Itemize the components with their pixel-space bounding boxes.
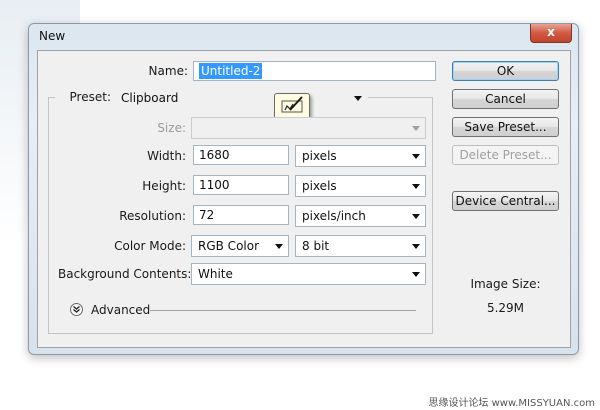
- preset-dropdown[interactable]: Clipboard: [114, 87, 368, 109]
- width-input[interactable]: 1680: [193, 145, 289, 165]
- height-value: 1100: [199, 178, 230, 192]
- advanced-divider: [150, 310, 416, 311]
- pen-tablet-icon: [274, 93, 310, 119]
- resolution-label: Resolution:: [119, 209, 186, 223]
- chevron-down-icon: [412, 244, 420, 249]
- background-contents-label: Background Contents:: [58, 267, 192, 281]
- resolution-value: 72: [199, 208, 215, 222]
- image-size-label: Image Size:: [470, 277, 541, 291]
- preset-label: Preset:: [55, 90, 114, 104]
- resolution-input[interactable]: 72: [193, 205, 289, 225]
- name-label: Name:: [148, 64, 188, 78]
- dialog-title: New: [39, 29, 66, 43]
- width-unit-dropdown[interactable]: pixels: [295, 145, 426, 167]
- name-input[interactable]: Untitled-2: [193, 61, 436, 81]
- width-label: Width:: [147, 149, 186, 163]
- advanced-label: Advanced: [91, 303, 151, 317]
- size-label: Size:: [157, 121, 186, 135]
- ok-button[interactable]: OK: [452, 61, 559, 81]
- chevron-down-circle-icon[interactable]: [70, 303, 83, 316]
- chevron-down-icon: [412, 154, 420, 159]
- resolution-unit-dropdown[interactable]: pixels/inch: [295, 205, 426, 227]
- preset-value: Clipboard: [121, 91, 179, 105]
- resolution-unit-value: pixels/inch: [302, 209, 366, 223]
- height-unit-dropdown[interactable]: pixels: [295, 175, 426, 197]
- close-button[interactable]: x: [530, 24, 572, 43]
- bit-depth-value: 8 bit: [302, 239, 330, 253]
- chevron-down-icon: [412, 214, 420, 219]
- width-value: 1680: [199, 148, 230, 162]
- close-icon: x: [547, 25, 555, 39]
- chevron-down-icon: [354, 96, 362, 101]
- chevron-down-icon: [275, 244, 283, 249]
- save-preset-button[interactable]: Save Preset...: [452, 117, 559, 137]
- color-mode-label: Color Mode:: [114, 239, 186, 253]
- advanced-chevron-svg: [73, 306, 80, 313]
- pen-tablet-icon-svg: [281, 96, 303, 113]
- chevron-down-icon: [412, 184, 420, 189]
- name-input-value: Untitled-2: [199, 63, 263, 79]
- cancel-button[interactable]: Cancel: [452, 89, 559, 109]
- chevron-down-icon: [412, 272, 420, 277]
- bit-depth-dropdown[interactable]: 8 bit: [295, 235, 426, 257]
- size-dropdown[interactable]: [191, 117, 426, 139]
- color-mode-value: RGB Color: [198, 239, 260, 253]
- background-contents-dropdown[interactable]: White: [191, 263, 426, 285]
- color-mode-dropdown[interactable]: RGB Color: [191, 235, 289, 257]
- device-central-button[interactable]: Device Central...: [452, 191, 559, 211]
- height-unit-value: pixels: [302, 179, 337, 193]
- background-contents-value: White: [198, 267, 233, 281]
- image-size-value: 5.29M: [486, 301, 525, 315]
- delete-preset-button[interactable]: Delete Preset...: [452, 145, 559, 165]
- watermark-text: 思缘设计论坛 www.MISSYUAN.com: [428, 398, 595, 409]
- width-unit-value: pixels: [302, 149, 337, 163]
- chevron-down-icon: [412, 126, 420, 131]
- height-input[interactable]: 1100: [193, 175, 289, 195]
- height-label: Height:: [142, 179, 186, 193]
